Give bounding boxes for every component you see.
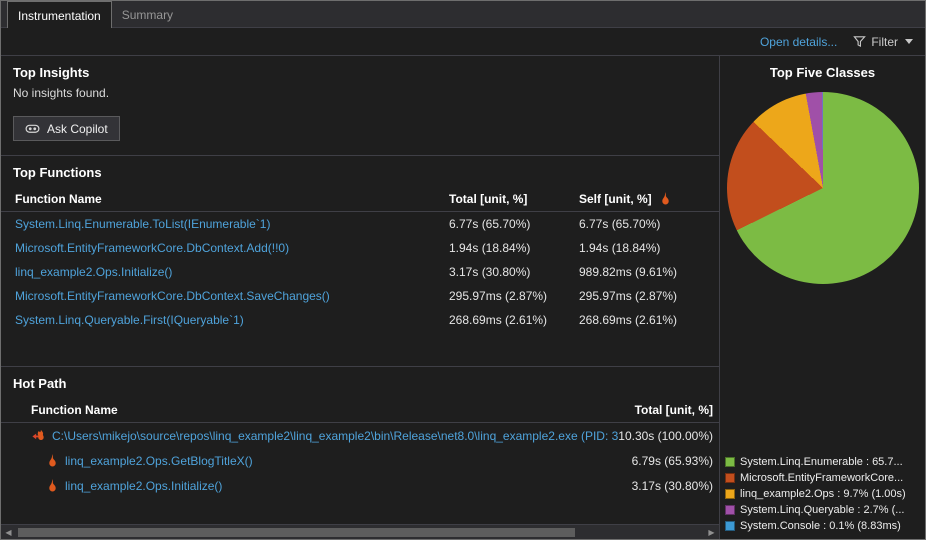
total-value: 3.17s (30.80%): [449, 265, 531, 279]
legend-item: System.Linq.Enumerable : 65.7...: [725, 454, 922, 470]
scrollbar-thumb[interactable]: [18, 528, 576, 537]
chevron-down-icon: [905, 39, 913, 44]
hot-path-function-link[interactable]: C:\Users\mikejo\source\repos\linq_exampl…: [52, 429, 618, 443]
legend-label: System.Linq.Queryable : 2.7% (...: [740, 504, 905, 516]
function-name-link[interactable]: Microsoft.EntityFrameworkCore.DbContext.…: [15, 289, 449, 303]
table-row: System.Linq.Queryable.First(IQueryable`1…: [1, 308, 719, 332]
legend-swatch: [725, 505, 735, 515]
column-header-total[interactable]: Total [unit, %]: [449, 192, 579, 206]
hot-path-row: C:\Users\mikejo\source\repos\linq_exampl…: [1, 423, 719, 448]
function-name-link[interactable]: linq_example2.Ops.Initialize(): [15, 265, 449, 279]
pie-chart: [726, 92, 919, 284]
tab-instrumentation[interactable]: Instrumentation: [7, 1, 112, 28]
hot-path-row: linq_example2.Ops.GetBlogTitleX() 6.79s …: [1, 448, 719, 473]
table-row: System.Linq.Enumerable.ToList(IEnumerabl…: [1, 212, 719, 236]
scroll-right-arrow[interactable]: ▶: [704, 525, 719, 540]
hot-path-title: Hot Path: [13, 376, 67, 391]
self-value: 1.94s (18.84%): [579, 241, 661, 255]
tab-bar: Instrumentation Summary: [1, 1, 925, 28]
top-five-classes-panel: Top Five Classes System.Linq.Enumerable …: [720, 55, 925, 539]
hot-path-row: linq_example2.Ops.Initialize() 3.17s (30…: [1, 473, 719, 498]
self-value: 268.69ms (2.61%): [579, 313, 678, 327]
top-functions-header: Function Name Total [unit, %] Self [unit…: [1, 186, 719, 212]
total-value: 10.30s (100.00%): [618, 428, 713, 443]
filter-funnel-icon: [853, 35, 867, 48]
hot-path-root-icon: [31, 429, 45, 442]
content-area: Top Insights No insights found. Ask Copi…: [1, 55, 925, 539]
top-five-classes-title: Top Five Classes: [720, 55, 925, 84]
hot-flame-icon: [660, 192, 671, 205]
tab-summary[interactable]: Summary: [112, 1, 183, 27]
function-name-link[interactable]: Microsoft.EntityFrameworkCore.DbContext.…: [15, 241, 449, 255]
no-insights-message: No insights found.: [13, 86, 110, 100]
total-value: 6.77s (65.70%): [449, 217, 531, 231]
profiler-window: Instrumentation Summary Open details... …: [0, 0, 926, 540]
top-insights-section: Top Insights No insights found. Ask Copi…: [1, 55, 719, 155]
legend-swatch: [725, 473, 735, 483]
ask-copilot-label: Ask Copilot: [47, 121, 108, 136]
self-value: 295.97ms (2.87%): [579, 289, 678, 303]
table-row: Microsoft.EntityFrameworkCore.DbContext.…: [1, 236, 719, 260]
filter-button[interactable]: Filter: [853, 35, 913, 49]
hot-path-function-link[interactable]: linq_example2.Ops.Initialize(): [65, 479, 632, 493]
hot-path-function-link[interactable]: linq_example2.Ops.GetBlogTitleX(): [65, 454, 632, 468]
legend-label: Microsoft.EntityFrameworkCore...: [740, 472, 904, 484]
legend-label: System.Linq.Enumerable : 65.7...: [740, 456, 903, 468]
total-value: 268.69ms (2.61%): [449, 313, 548, 327]
legend-label: linq_example2.Ops : 9.7% (1.00s): [740, 488, 906, 500]
column-header-total[interactable]: Total [unit, %]: [635, 403, 713, 417]
total-value: 6.79s (65.93%): [631, 453, 713, 468]
table-row: Microsoft.EntityFrameworkCore.DbContext.…: [1, 284, 719, 308]
filter-label: Filter: [871, 34, 898, 49]
flame-icon: [47, 454, 58, 467]
self-value: 6.77s (65.70%): [579, 217, 661, 231]
column-header-self[interactable]: Self [unit, %]: [579, 192, 652, 206]
legend-label: System.Console : 0.1% (8.83ms): [740, 520, 901, 532]
total-value: 1.94s (18.84%): [449, 241, 531, 255]
copilot-icon: [25, 121, 40, 136]
legend-swatch: [725, 457, 735, 467]
scrollbar-track[interactable]: [16, 525, 704, 539]
top-functions-section: Top Functions Function Name Total [unit,…: [1, 155, 719, 366]
legend-item: Microsoft.EntityFrameworkCore...: [725, 470, 922, 486]
total-value: 3.17s (30.80%): [631, 478, 713, 493]
toolbar: Open details... Filter: [1, 28, 925, 55]
legend-item: System.Linq.Queryable : 2.7% (...: [725, 502, 922, 518]
open-details-link[interactable]: Open details...: [760, 35, 837, 49]
legend-swatch: [725, 489, 735, 499]
legend-item: linq_example2.Ops : 9.7% (1.00s): [725, 486, 922, 502]
column-header-function-name[interactable]: Function Name: [31, 403, 118, 417]
top-insights-title: Top Insights: [13, 65, 90, 80]
pie-legend: System.Linq.Enumerable : 65.7... Microso…: [720, 454, 925, 539]
self-value: 989.82ms (9.61%): [579, 265, 678, 279]
horizontal-scrollbar: ◀ ▶: [1, 524, 719, 539]
table-row: linq_example2.Ops.Initialize() 3.17s (30…: [1, 260, 719, 284]
legend-item: System.Console : 0.1% (8.83ms): [725, 518, 922, 534]
ask-copilot-button[interactable]: Ask Copilot: [13, 116, 120, 141]
top-functions-title: Top Functions: [13, 165, 102, 180]
scroll-left-arrow[interactable]: ◀: [1, 525, 16, 540]
flame-icon: [47, 479, 58, 492]
legend-swatch: [725, 521, 735, 531]
column-header-function-name[interactable]: Function Name: [15, 192, 449, 206]
function-name-link[interactable]: System.Linq.Queryable.First(IQueryable`1…: [15, 313, 449, 327]
total-value: 295.97ms (2.87%): [449, 289, 548, 303]
hot-path-header: Function Name Total [unit, %]: [1, 397, 719, 423]
function-name-link[interactable]: System.Linq.Enumerable.ToList(IEnumerabl…: [15, 217, 449, 231]
main-column: Top Insights No insights found. Ask Copi…: [1, 55, 720, 539]
hot-path-section: Hot Path Function Name Total [unit, %] C…: [1, 366, 719, 498]
